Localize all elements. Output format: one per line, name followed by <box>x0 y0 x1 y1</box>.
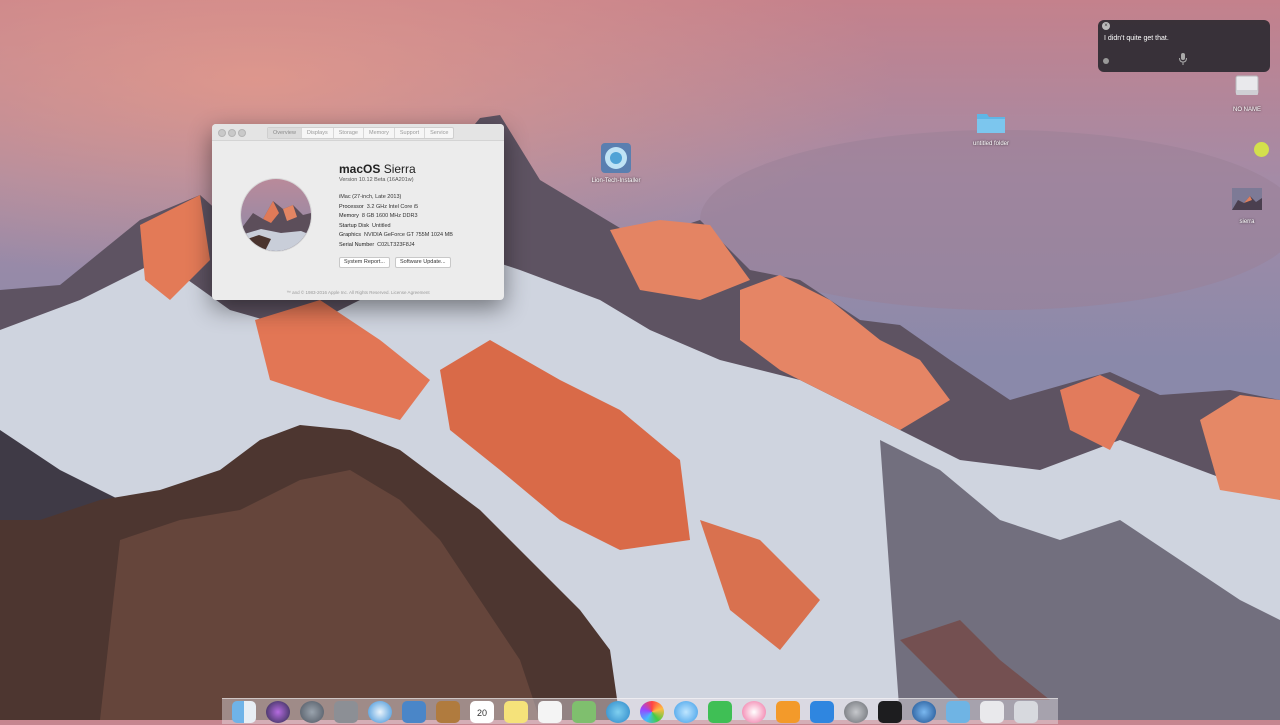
software-update-button[interactable]: Software Update... <box>395 257 451 268</box>
microphone-icon[interactable] <box>1178 52 1188 66</box>
installer-label: Lion-Tech-Installer <box>591 178 641 184</box>
spec-startup-disk: Startup Disk Untitled <box>339 222 391 229</box>
os-version: Version 10.12 Beta (16A201w) <box>339 177 414 183</box>
tab-memory[interactable]: Memory <box>364 128 395 138</box>
spec-serial: Serial Number C02LT323F8J4 <box>339 241 415 248</box>
macos-sierra-logo <box>240 178 312 252</box>
sierra-label: sierra <box>1239 219 1255 225</box>
dock: 20 <box>222 698 1058 724</box>
tab-storage[interactable]: Storage <box>334 128 364 138</box>
spec-graphics: Graphics NVIDIA GeForce GT 755M 1024 MB <box>339 232 453 239</box>
siri-message: I didn't quite get that. <box>1104 35 1169 42</box>
zoom-button[interactable] <box>238 129 246 137</box>
close-icon[interactable]: × <box>1102 22 1110 30</box>
sierra-image-icon[interactable] <box>1232 188 1262 210</box>
siri-indicator-dot <box>1103 58 1109 64</box>
close-button[interactable] <box>218 129 226 137</box>
drive-icon[interactable] <box>1234 72 1260 100</box>
spec-processor: Processor 3.2 GHz Intel Core i5 <box>339 203 419 210</box>
desktop-wallpaper <box>0 0 1280 720</box>
folder-icon[interactable] <box>976 110 1006 134</box>
system-report-button[interactable]: System Report... <box>339 257 390 268</box>
model-name: iMac (27-inch, Late 2013) <box>339 194 402 200</box>
tab-bar: Overview Displays Storage Memory Support… <box>267 127 455 139</box>
siri-notification[interactable]: × I didn't quite get that. <box>1098 20 1270 72</box>
spec-memory: Memory 8 GB 1600 MHz DDR3 <box>339 213 418 220</box>
drive-label: NO NAME <box>1232 107 1261 113</box>
tab-overview[interactable]: Overview <box>268 128 302 138</box>
copyright-footer: ™ and © 1983-2016 Apple Inc. All Rights … <box>286 290 430 295</box>
installer-icon[interactable] <box>600 142 632 174</box>
spec-list: iMac (27-inch, Late 2013) Processor 3.2 G… <box>339 193 453 251</box>
tab-service[interactable]: Service <box>425 128 453 138</box>
minimize-button[interactable] <box>228 129 236 137</box>
window-titlebar[interactable]: Overview Displays Storage Memory Support… <box>212 124 504 141</box>
tab-displays[interactable]: Displays <box>302 128 334 138</box>
os-name: macOS Sierra <box>339 162 416 176</box>
folder-label: untitled folder <box>972 141 1010 147</box>
tab-support[interactable]: Support <box>395 128 426 138</box>
about-this-mac-window[interactable]: Overview Displays Storage Memory Support… <box>212 124 504 300</box>
status-indicator <box>1254 142 1269 157</box>
